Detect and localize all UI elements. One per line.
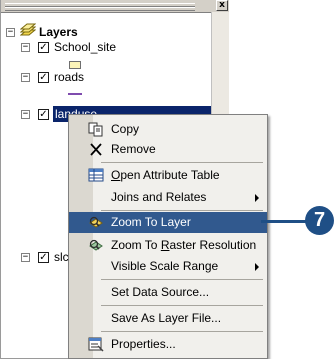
menu-item-label: Visible Scale Range: [111, 259, 219, 273]
submenu-arrow-icon: [255, 263, 259, 271]
menu-item-open-attribute-table[interactable]: Open Attribute Table: [69, 165, 267, 186]
roads-visibility-checkbox[interactable]: ✓: [38, 72, 49, 83]
layers-folder-icon: [19, 23, 37, 39]
layers-collapse-toggle[interactable]: −: [6, 28, 15, 37]
school-site-visibility-checkbox[interactable]: ✓: [38, 42, 49, 53]
copy-icon: [88, 122, 104, 137]
titlebar-grip: [5, 7, 195, 11]
menu-separator: [101, 305, 263, 306]
menu-item-set-data-source[interactable]: Set Data Source...: [69, 282, 267, 303]
school-site-layer-label[interactable]: School_site: [54, 39, 116, 55]
callout-leader-line: [261, 220, 311, 223]
roads-collapse-toggle[interactable]: −: [21, 73, 30, 82]
menu-item-label: Set Data Source...: [111, 285, 210, 299]
menu-item-label: Save As Layer File...: [111, 311, 222, 325]
menu-item-label: Zoom To Raster Resolution: [111, 238, 256, 252]
roads-layer-label[interactable]: roads: [54, 69, 84, 85]
menu-item-zoom-to-layer[interactable]: Zoom To Layer: [69, 212, 267, 233]
school-site-collapse-toggle[interactable]: −: [21, 43, 30, 52]
menu-item-properties[interactable]: Properties...: [69, 334, 267, 355]
menu-item-label: Copy: [111, 122, 140, 136]
slc-visibility-checkbox[interactable]: ✓: [38, 252, 49, 263]
slc-collapse-toggle[interactable]: −: [21, 253, 30, 262]
menu-item-joins-and-relates[interactable]: Joins and Relates: [69, 187, 267, 208]
school-site-symbol[interactable]: [69, 61, 81, 69]
close-button[interactable]: x: [216, 0, 228, 11]
zoom-raster-icon: [88, 238, 104, 253]
menu-separator: [101, 279, 263, 280]
table-icon: [88, 168, 104, 183]
menu-item-label: Properties...: [111, 337, 176, 351]
menu-item-label: Zoom To Layer: [111, 215, 191, 229]
slc-layer-label[interactable]: slc: [54, 249, 69, 265]
menu-item-save-as-layer-file[interactable]: Save As Layer File...: [69, 308, 267, 329]
menu-separator: [101, 210, 263, 211]
mnemonic-letter: O: [111, 168, 121, 182]
menu-item-label: Open Attribute Table: [111, 168, 220, 182]
menu-item-label-rest: aster Resolution: [169, 238, 257, 252]
properties-icon: [88, 337, 104, 352]
menu-separator: [101, 331, 263, 332]
layers-root-label[interactable]: Layers: [39, 24, 78, 40]
landuse-collapse-toggle[interactable]: −: [21, 110, 30, 119]
menu-item-remove[interactable]: Remove: [69, 139, 267, 160]
step-callout-badge: 7: [305, 206, 334, 235]
menu-item-copy[interactable]: Copy: [69, 119, 267, 140]
menu-item-visible-scale-range[interactable]: Visible Scale Range: [69, 256, 267, 277]
toc-titlebar[interactable]: x: [1, 0, 229, 13]
menu-item-label-prefix: Zoom To: [111, 238, 161, 252]
remove-icon: [88, 142, 104, 157]
menu-item-label: Joins and Relates: [111, 190, 207, 204]
roads-symbol[interactable]: [68, 93, 82, 95]
submenu-arrow-icon: [255, 194, 259, 202]
layer-context-menu: Copy Remove Open Attribute Table Joins a…: [68, 114, 268, 359]
menu-item-label-rest: pen Attribute Table: [120, 168, 220, 182]
zoom-to-layer-icon: [88, 215, 104, 230]
menu-separator: [101, 162, 263, 163]
landuse-visibility-checkbox[interactable]: ✓: [38, 109, 49, 120]
menu-item-label: Remove: [111, 142, 156, 156]
menu-item-zoom-to-raster-resolution[interactable]: Zoom To Raster Resolution: [69, 235, 267, 256]
